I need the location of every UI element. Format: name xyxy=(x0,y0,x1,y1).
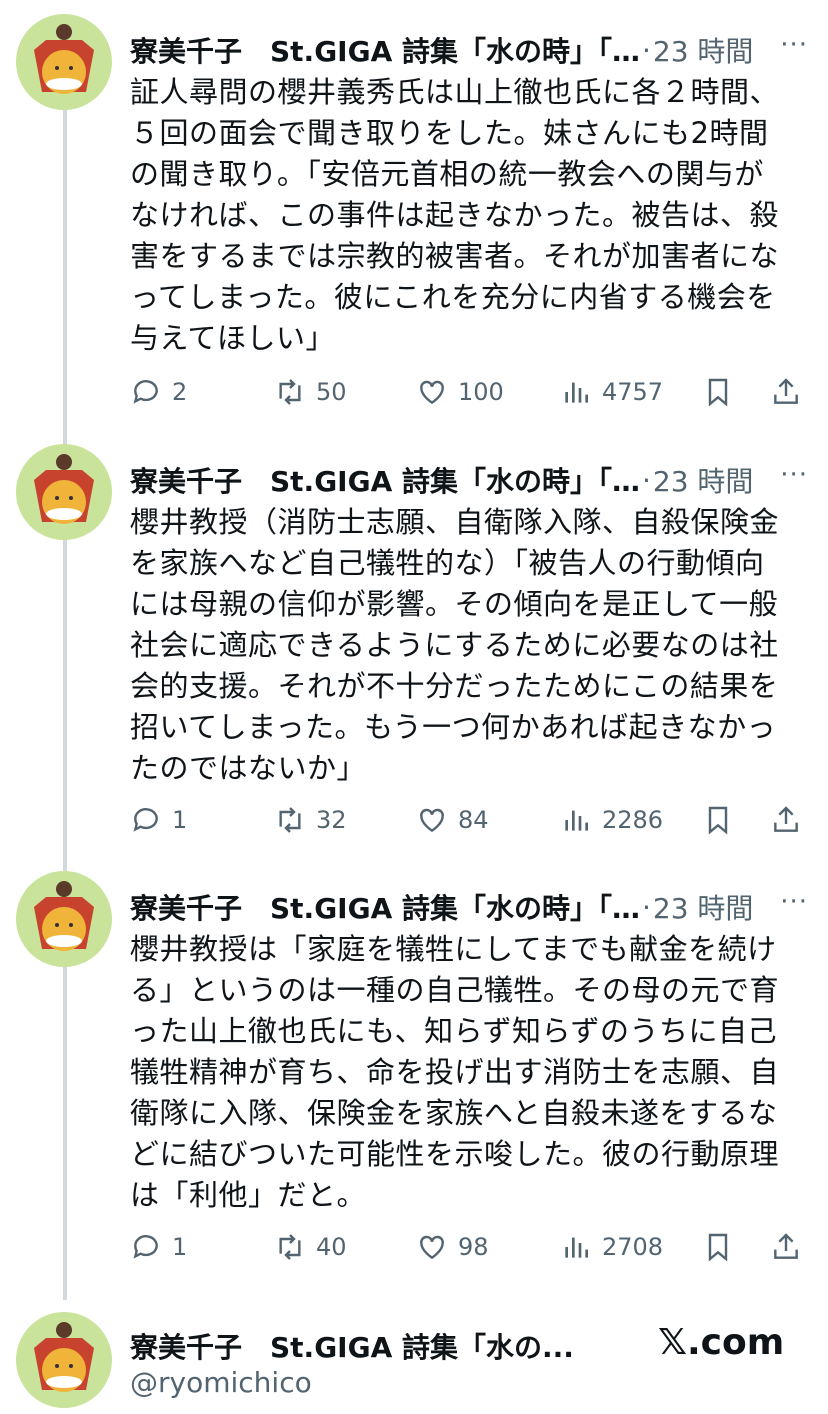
avatar-mascot-icon xyxy=(34,454,94,524)
bookmark-button[interactable] xyxy=(702,376,734,408)
repost-count: 32 xyxy=(316,806,347,834)
like-button[interactable]: 98 xyxy=(416,1231,489,1263)
like-icon xyxy=(420,380,444,405)
share-button[interactable] xyxy=(770,804,802,836)
repost-button[interactable]: 32 xyxy=(274,804,347,836)
share-button[interactable] xyxy=(770,376,802,408)
author-name[interactable]: 寮美千子 St.GIGA 詩集「水の時」「... xyxy=(130,460,640,500)
share-icon xyxy=(774,806,798,832)
timestamp[interactable]: 23 時間 xyxy=(653,460,754,500)
reply-icon xyxy=(133,808,158,832)
tweet-header: 寮美千子 St.GIGA 詩集「水の時」「... · 23 時間 xyxy=(130,885,808,929)
profile-name[interactable]: 寮美千子 St.GIGA 詩集「水の... xyxy=(130,1326,574,1366)
more-options-icon[interactable]: ··· xyxy=(780,30,808,60)
repost-count: 40 xyxy=(316,1233,347,1261)
avatar[interactable] xyxy=(16,1312,112,1408)
tweet-actions: 1 32 84 2286 xyxy=(130,798,808,842)
more-options-icon[interactable]: ··· xyxy=(780,887,808,917)
views-button[interactable]: 2286 xyxy=(560,804,663,836)
repost-icon xyxy=(279,1234,301,1260)
tweet-actions: 2 50 100 4757 xyxy=(130,370,808,414)
views-button[interactable]: 2708 xyxy=(560,1231,663,1263)
bookmark-icon xyxy=(708,378,728,407)
timestamp[interactable]: 23 時間 xyxy=(653,887,754,927)
share-icon xyxy=(774,1233,798,1259)
avatar[interactable] xyxy=(16,871,112,967)
reply-count: 1 xyxy=(172,1233,188,1261)
share-icon xyxy=(774,378,798,404)
repost-icon xyxy=(279,807,301,833)
bookmark-button[interactable] xyxy=(702,1231,734,1263)
reply-icon xyxy=(133,380,158,404)
views-count: 4757 xyxy=(602,378,664,406)
like-count: 100 xyxy=(458,378,504,406)
bookmark-icon xyxy=(708,806,728,835)
author-name[interactable]: 寮美千子 St.GIGA 詩集「水の時」「... xyxy=(130,30,640,70)
tweet-actions: 1 40 98 2708 xyxy=(130,1225,808,1269)
reply-icon xyxy=(133,1235,158,1259)
bookmark-icon xyxy=(708,1233,728,1262)
avatar-mascot-icon xyxy=(34,24,94,94)
views-icon xyxy=(565,382,588,403)
like-count: 98 xyxy=(458,1233,489,1261)
views-count: 2708 xyxy=(602,1233,664,1261)
share-button[interactable] xyxy=(770,1231,802,1263)
avatar-mascot-icon xyxy=(34,1322,94,1392)
like-icon xyxy=(420,808,444,833)
tweet-text: 櫻井教授（消防士志願、自衛隊入隊、自殺保険金 を家族へなど自己犠牲的な）「被告人… xyxy=(130,505,780,785)
tweet-header: 寮美千子 St.GIGA 詩集「水の時」「... · 23 時間 xyxy=(130,28,808,72)
like-button[interactable]: 100 xyxy=(416,376,504,408)
views-button[interactable]: 4757 xyxy=(560,376,663,408)
profile-handle[interactable]: @ryomichico xyxy=(130,1366,312,1399)
bookmark-button[interactable] xyxy=(702,804,734,836)
avatar-mascot-icon xyxy=(34,881,94,951)
more-options-icon[interactable]: ··· xyxy=(780,460,808,490)
views-count: 2286 xyxy=(602,806,664,834)
profile-card[interactable]: 寮美千子 St.GIGA 詩集「水の... @ryomichico 𝕏.com xyxy=(0,1300,828,1414)
timestamp[interactable]: 23 時間 xyxy=(653,30,754,70)
reply-button[interactable]: 2 xyxy=(130,376,187,408)
reply-button[interactable]: 1 xyxy=(130,804,187,836)
repost-button[interactable]: 40 xyxy=(274,1231,347,1263)
like-button[interactable]: 84 xyxy=(416,804,489,836)
repost-count: 50 xyxy=(316,378,347,406)
repost-icon xyxy=(279,379,301,405)
x-com-logo[interactable]: 𝕏.com xyxy=(658,1322,784,1363)
reply-count: 2 xyxy=(172,378,188,406)
repost-button[interactable]: 50 xyxy=(274,376,347,408)
tweet-text: 証人尋問の櫻井義秀氏は山上徹也氏に各２時間、 ５回の面会で聞き取りをした。妹さん… xyxy=(130,75,780,355)
tweet-text: 櫻井教授は「家庭を犠牲にしてまでも献金を続け る」というのは一種の自己犠牲。その… xyxy=(130,932,780,1212)
thread-line xyxy=(63,100,67,1300)
views-icon xyxy=(565,1237,588,1258)
avatar[interactable] xyxy=(16,14,112,110)
author-name[interactable]: 寮美千子 St.GIGA 詩集「水の時」「... xyxy=(130,887,640,927)
reply-button[interactable]: 1 xyxy=(130,1231,187,1263)
views-icon xyxy=(565,810,588,831)
like-count: 84 xyxy=(458,806,489,834)
avatar[interactable] xyxy=(16,444,112,540)
tweet-header: 寮美千子 St.GIGA 詩集「水の時」「... · 23 時間 xyxy=(130,458,808,502)
like-icon xyxy=(420,1235,444,1260)
reply-count: 1 xyxy=(172,806,188,834)
